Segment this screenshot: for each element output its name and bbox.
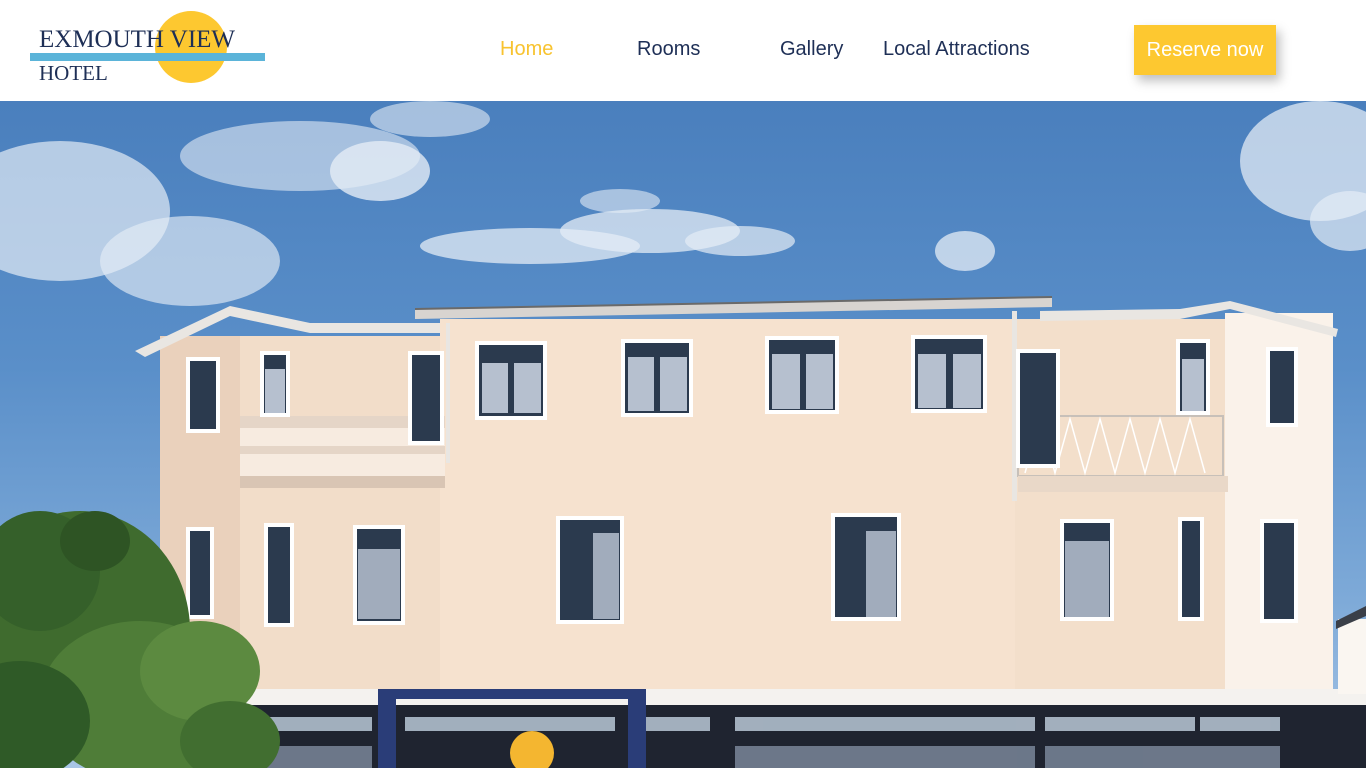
nav-home[interactable]: Home — [500, 38, 553, 61]
reserve-now-button[interactable]: Reserve now — [1134, 25, 1276, 75]
logo-name: EXMOUTH VIEW — [39, 26, 236, 53]
site-header: EXMOUTH VIEW HOTEL Home Rooms Gallery Lo… — [0, 0, 1366, 101]
logo-subtitle: HOTEL — [39, 61, 108, 85]
nav-gallery[interactable]: Gallery — [780, 38, 843, 61]
hotel-logo[interactable]: EXMOUTH VIEW HOTEL — [30, 10, 270, 86]
hotel-building — [135, 296, 1366, 768]
nav-local-attractions[interactable]: Local Attractions — [883, 38, 1030, 61]
hotel-photo-illustration — [0, 101, 1366, 768]
nav-rooms[interactable]: Rooms — [637, 38, 700, 61]
logo-stripe — [30, 53, 265, 61]
hero-image — [0, 101, 1366, 768]
